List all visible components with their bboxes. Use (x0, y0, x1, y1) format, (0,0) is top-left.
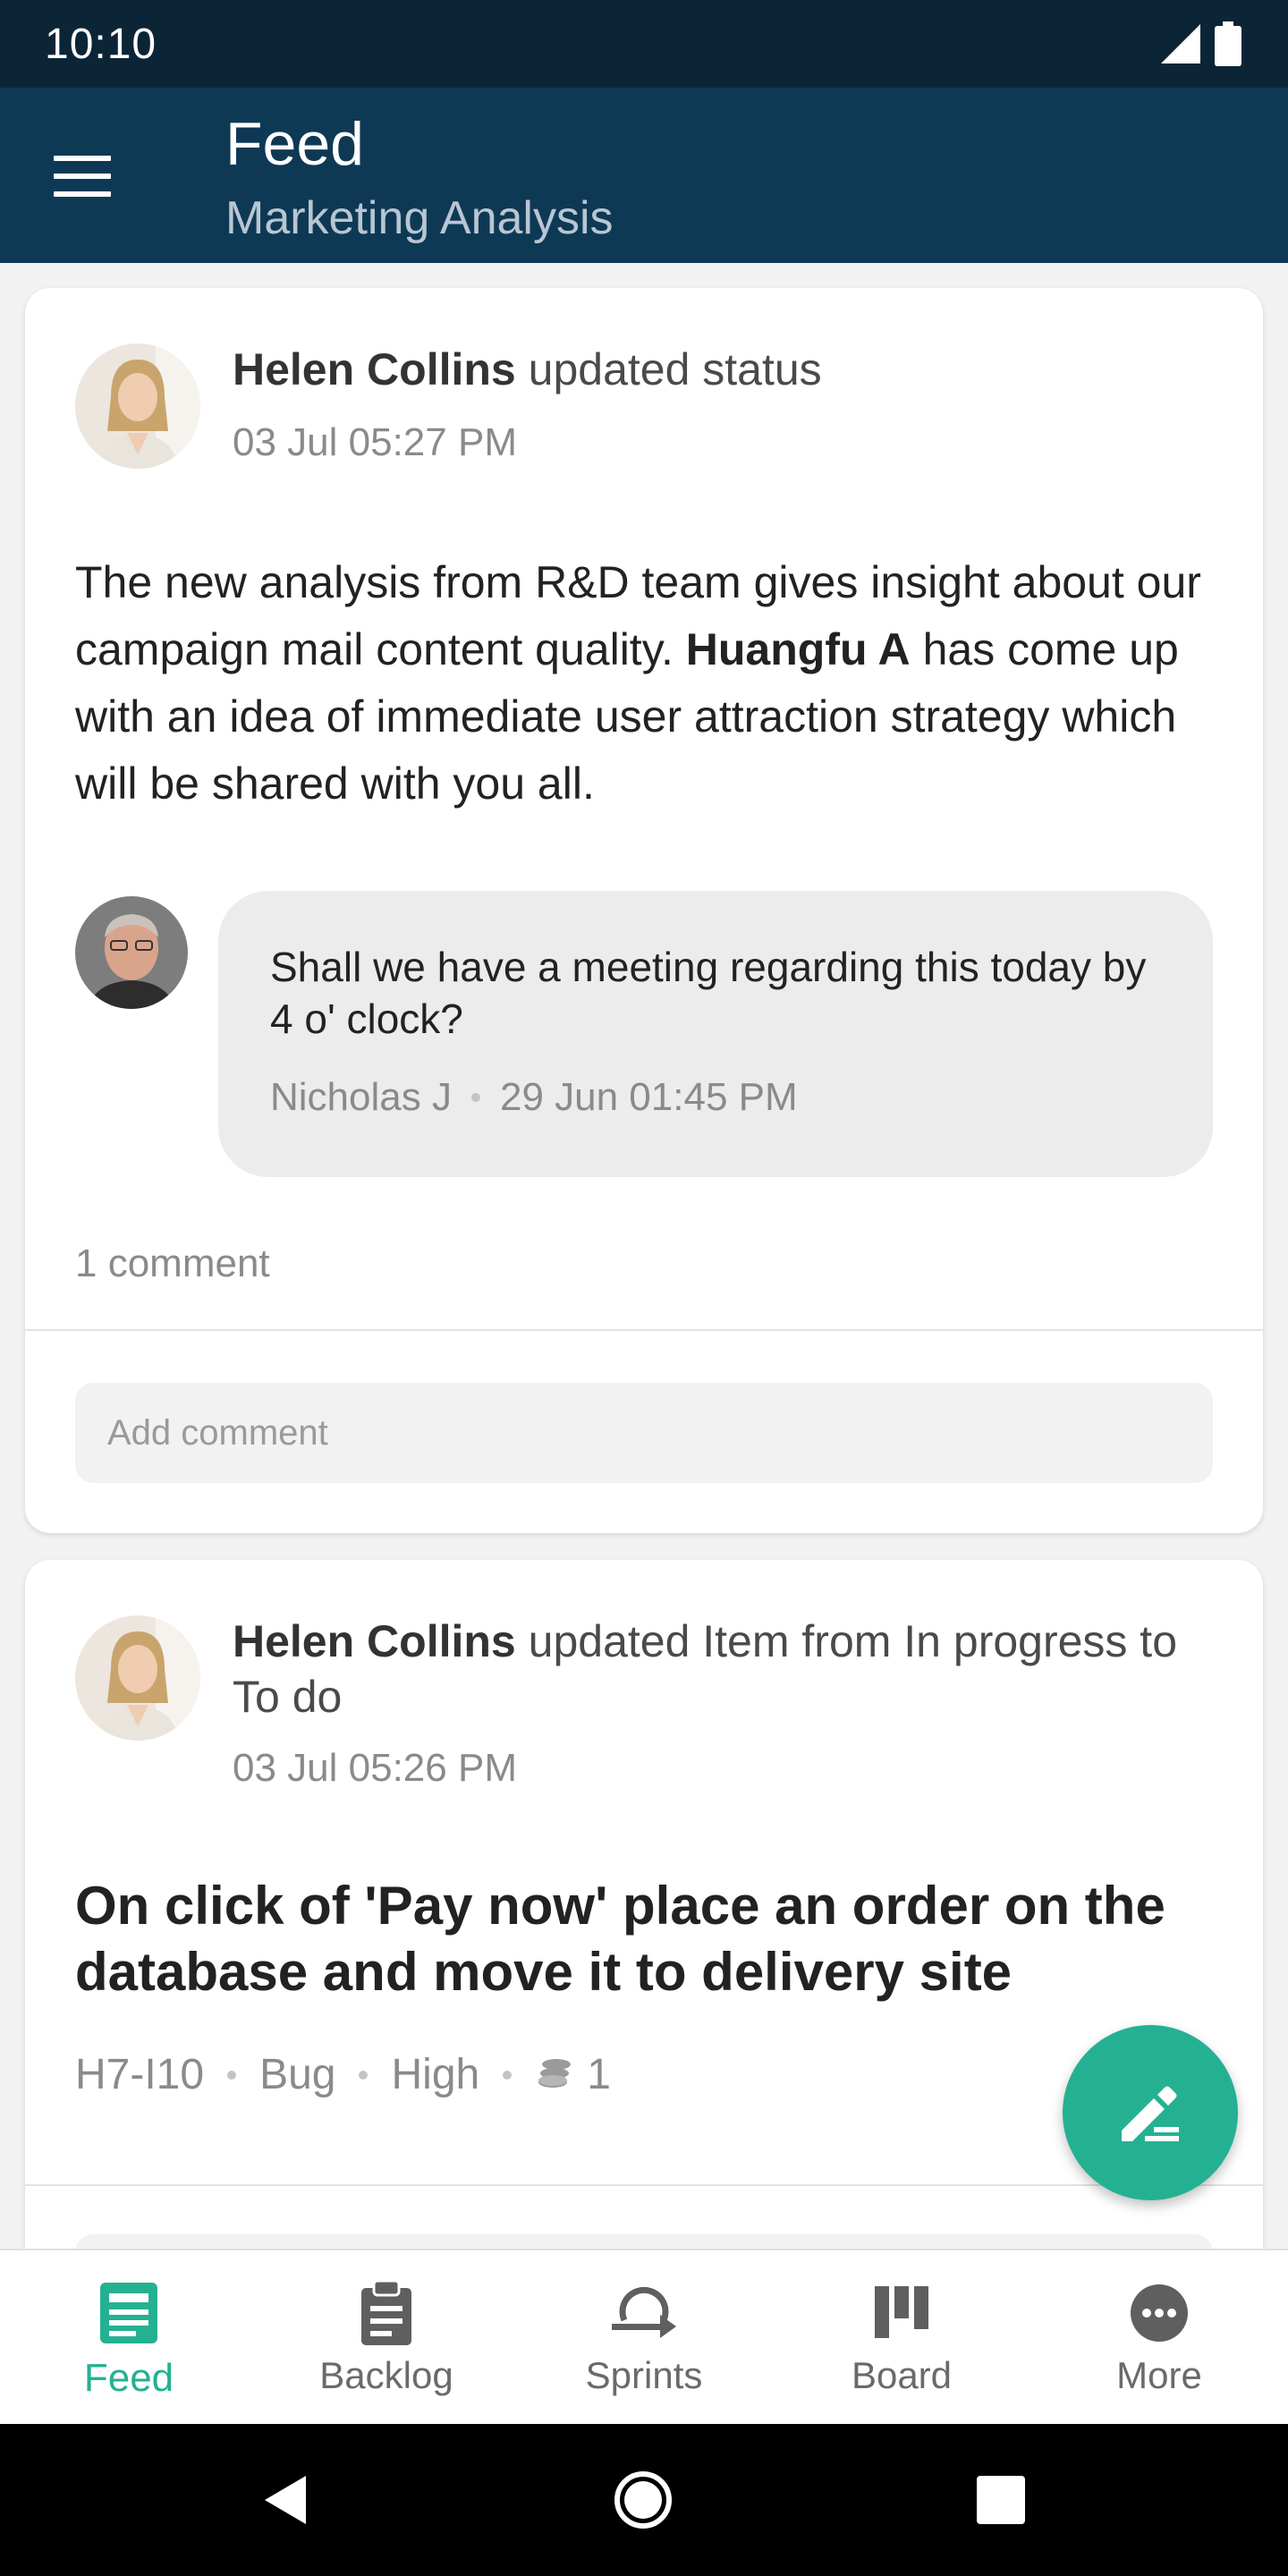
story-points-icon (538, 2058, 572, 2088)
separator-dot (359, 2070, 369, 2080)
activity-headline: Helen Collins updated status (233, 342, 822, 397)
status-time: 10:10 (45, 21, 157, 68)
comment-text: Shall we have a meeting regarding this t… (270, 944, 1147, 1042)
work-item-id: H7-I10 (75, 2051, 205, 2098)
separator-dot (503, 2070, 513, 2080)
avatar-helen-collins[interactable] (75, 1615, 200, 1741)
author-name[interactable]: Helen Collins (233, 1616, 516, 1666)
compose-button[interactable] (1063, 2025, 1238, 2200)
more-icon (1131, 2284, 1188, 2342)
work-item-title[interactable]: On click of 'Pay now' place an order on … (75, 1873, 1220, 2005)
feed-card-item-update: Helen Collins updated Item from In progr… (25, 1560, 1263, 2365)
battery-icon (1215, 21, 1241, 66)
edit-icon (1122, 2086, 1179, 2141)
work-item-priority: High (391, 2051, 480, 2098)
avatar-helen-collins[interactable] (75, 343, 200, 469)
comment-meta: Nicholas J 29 Jun 01:45 PM (270, 1075, 798, 1120)
add-comment-input[interactable] (75, 1383, 1213, 1483)
comment-count[interactable]: 1 comment (75, 1241, 270, 1286)
clipboard-icon (361, 2279, 411, 2345)
comment-author: Nicholas J (270, 1075, 452, 1119)
separator-dot (227, 2070, 237, 2080)
signal-icon (1161, 24, 1200, 64)
comment-bubble: Shall we have a meeting regarding this t… (218, 891, 1213, 1177)
nav-sprints-label: Sprints (585, 2354, 703, 2396)
separator-dot (470, 1093, 480, 1102)
nav-more[interactable]: More (1030, 2250, 1288, 2424)
user-mention[interactable]: Huangfu A (686, 624, 911, 674)
project-subtitle: Marketing Analysis (225, 192, 614, 244)
status-icons (1159, 21, 1241, 66)
board-icon (875, 2286, 928, 2338)
nav-sprints[interactable]: Sprints (515, 2250, 773, 2424)
bottom-navigation: Feed Backlog Sprints Board More (0, 2249, 1288, 2424)
nav-board[interactable]: Board (773, 2250, 1030, 2424)
nav-backlog-label: Backlog (319, 2354, 453, 2396)
divider (25, 1329, 1263, 1331)
home-icon[interactable] (612, 2469, 674, 2531)
system-navigation-bar (0, 2424, 1288, 2576)
activity-timestamp: 03 Jul 05:26 PM (233, 1746, 517, 1790)
work-item-meta: H7-I10 Bug High 1 (75, 2050, 611, 2099)
status-bar: 10:10 (0, 0, 1288, 88)
comment-timestamp: 29 Jun 01:45 PM (499, 1075, 798, 1119)
app-bar: Feed Marketing Analysis (0, 88, 1288, 263)
feed-card-status-update: Helen Collins updated status 03 Jul 05:2… (25, 288, 1263, 1533)
back-icon[interactable] (256, 2469, 318, 2531)
activity-action: updated status (528, 344, 822, 394)
nav-more-label: More (1116, 2354, 1202, 2396)
post-body: The new analysis from R&D team gives ins… (75, 549, 1229, 818)
menu-button[interactable] (54, 156, 118, 199)
nav-backlog[interactable]: Backlog (258, 2250, 515, 2424)
page-title: Feed (225, 110, 364, 178)
work-item-type: Bug (259, 2051, 336, 2098)
story-points: 1 (587, 2051, 611, 2098)
avatar-nicholas-j[interactable] (75, 896, 188, 1009)
author-name[interactable]: Helen Collins (233, 344, 516, 394)
hamburger-icon (54, 156, 111, 161)
divider (25, 2184, 1263, 2186)
recents-icon[interactable] (970, 2469, 1032, 2531)
nav-feed[interactable]: Feed (0, 2250, 258, 2424)
activity-timestamp: 03 Jul 05:27 PM (233, 420, 517, 464)
nav-feed-label: Feed (83, 2356, 174, 2400)
feed-icon (100, 2283, 157, 2343)
nav-board-label: Board (851, 2354, 953, 2396)
sprint-icon (612, 2286, 676, 2338)
activity-headline: Helen Collins updated Item from In progr… (233, 1614, 1234, 1724)
